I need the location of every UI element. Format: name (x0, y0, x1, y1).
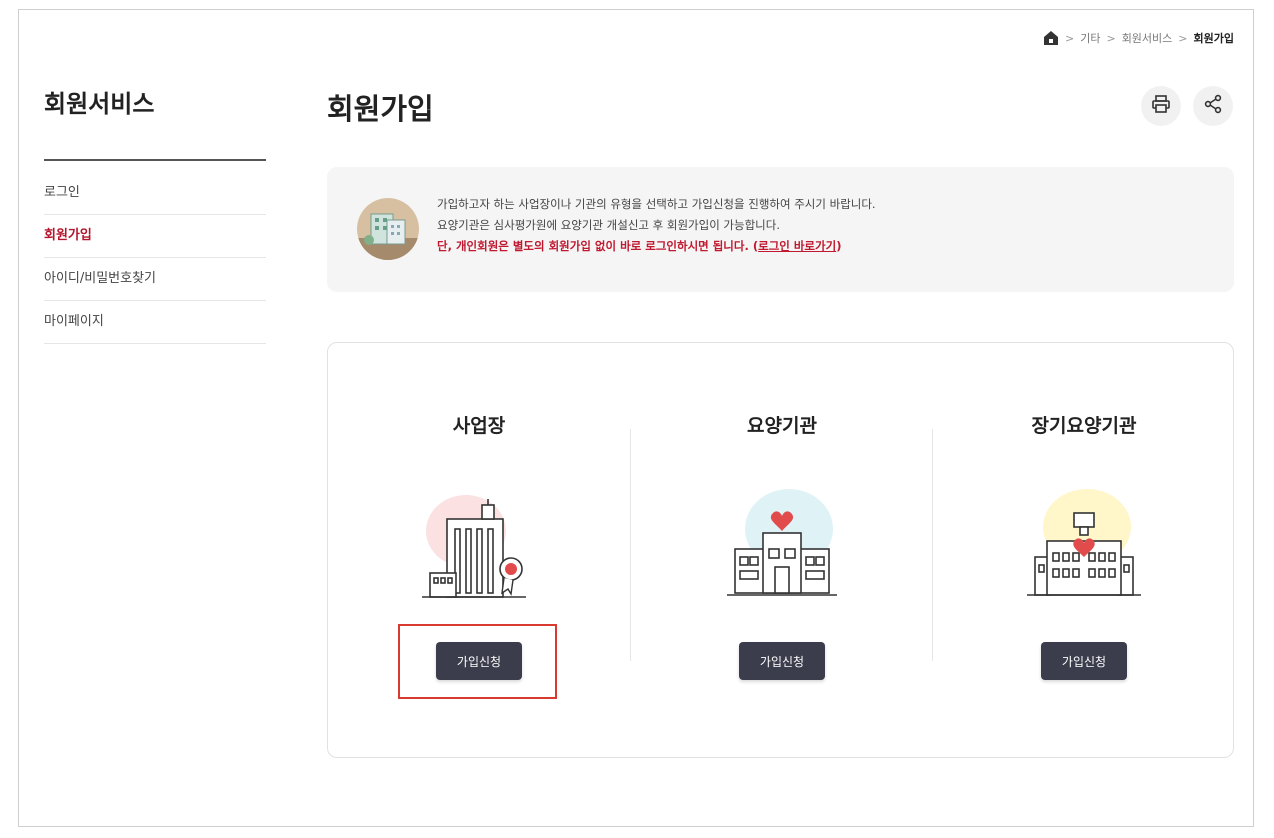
sidebar-item-mypage[interactable]: 마이페이지 (44, 301, 266, 344)
print-button[interactable] (1141, 86, 1181, 126)
share-icon (1203, 94, 1223, 118)
card-title-long-term-care: 장기요양기관 (1031, 415, 1137, 437)
sidebar-menu: 로그인 회원가입 아이디/비밀번호찾기 마이페이지 (44, 172, 266, 344)
notice-line-3: 단, 개인회원은 별도의 회원가입 없이 바로 로그인하시면 됩니다. (로그인… (437, 236, 876, 257)
highlight-box (398, 624, 557, 699)
notice-box: 가입하고자 하는 사업장이나 기관의 유형을 선택하고 가입신청을 진행하여 주… (327, 167, 1234, 292)
breadcrumb-separator: > (1106, 31, 1116, 45)
notice-line-2: 요양기관은 심사평가원에 요양기관 개설신고 후 회원가입이 가능합니다. (437, 218, 780, 232)
card-title-business: 사업장 (452, 415, 506, 437)
card-medical-institution: 요양기관 가입신청 (631, 343, 933, 757)
sidebar-item-find-id-password[interactable]: 아이디/비밀번호찾기 (44, 258, 266, 301)
breadcrumb-item-current: 회원가입 (1193, 32, 1234, 45)
notice-line-1: 가입하고자 하는 사업장이나 기관의 유형을 선택하고 가입신청을 진행하여 주… (437, 197, 876, 211)
office-building-icon (414, 483, 544, 603)
page-title: 회원가입 (327, 92, 434, 126)
notice-warning-end: ) (836, 239, 842, 253)
breadcrumb-separator: > (1178, 31, 1188, 45)
building-icon (357, 198, 419, 260)
hospital-icon (717, 483, 847, 603)
share-button[interactable] (1193, 86, 1233, 126)
join-button-long-term-care[interactable]: 가입신청 (1041, 642, 1127, 680)
breadcrumb-item-member-service[interactable]: 회원서비스 (1122, 30, 1173, 46)
card-title-medical-institution: 요양기관 (747, 415, 817, 437)
breadcrumb-separator: > (1065, 31, 1075, 45)
print-icon (1151, 94, 1171, 118)
join-button-medical-institution[interactable]: 가입신청 (739, 642, 825, 680)
sidebar-item-login[interactable]: 로그인 (44, 172, 266, 215)
sidebar-divider (44, 159, 266, 161)
member-type-cards: 사업장 가입신청 요양기관 가입신청 장기요양기관 가입신청 (327, 342, 1234, 758)
care-facility-icon (1019, 483, 1149, 603)
notice-warning: 단, 개인회원은 별도의 회원가입 없이 바로 로그인하시면 됩니다. ( (437, 239, 759, 253)
card-business: 사업장 가입신청 (328, 343, 630, 757)
card-long-term-care: 장기요양기관 가입신청 (933, 343, 1235, 757)
notice-text: 가입하고자 하는 사업장이나 기관의 유형을 선택하고 가입신청을 진행하여 주… (437, 194, 876, 257)
login-shortcut-link[interactable]: 로그인 바로가기 (758, 239, 836, 253)
home-icon[interactable] (1043, 30, 1059, 46)
breadcrumb: > 기타 > 회원서비스 > 회원가입 (1043, 30, 1234, 46)
sidebar-title: 회원서비스 (44, 90, 155, 118)
sidebar-item-signup[interactable]: 회원가입 (44, 215, 266, 258)
breadcrumb-item-etc[interactable]: 기타 (1080, 30, 1100, 46)
